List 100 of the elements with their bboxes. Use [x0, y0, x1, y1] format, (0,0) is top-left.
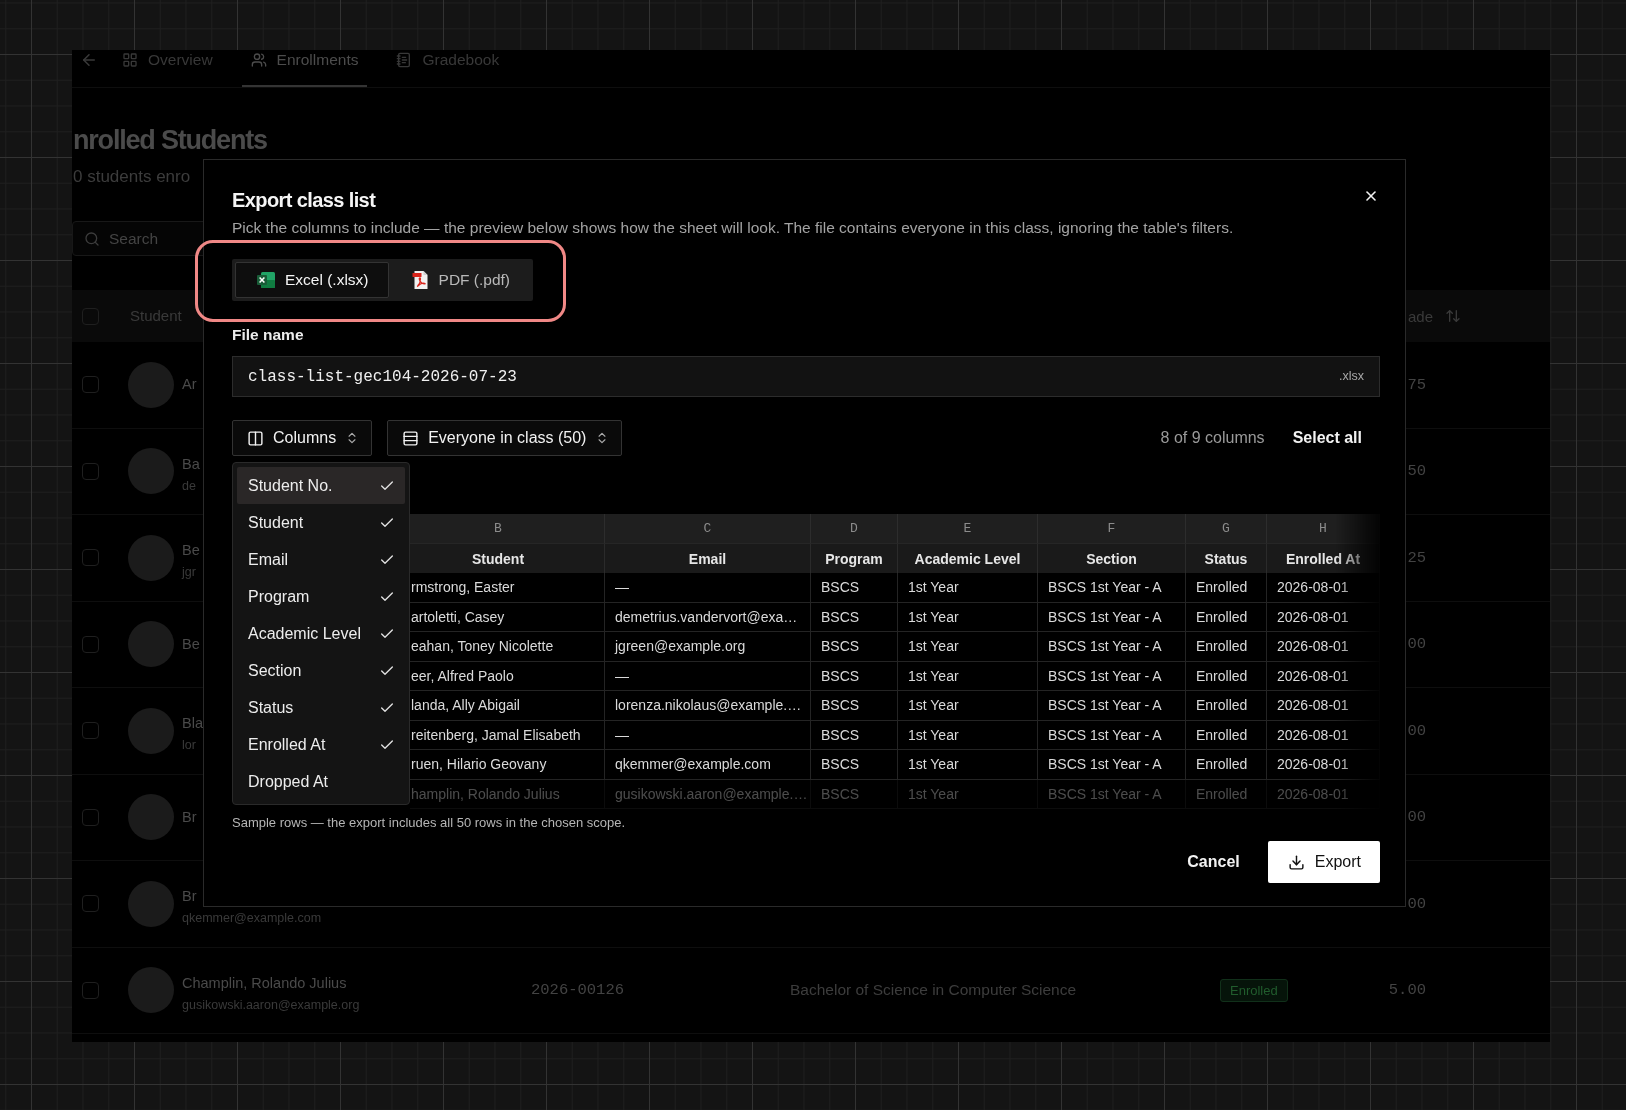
column-header: Enrolled At — [1267, 543, 1380, 573]
student-number: 2026-00126 — [531, 981, 624, 1000]
menu-item[interactable]: Program — [237, 578, 405, 615]
menu-item[interactable]: Section — [237, 652, 405, 689]
grid-icon — [122, 52, 138, 68]
student-name: Br — [182, 807, 197, 827]
table-cell: BSCS — [811, 573, 898, 603]
column-header: Section — [1038, 543, 1186, 573]
menu-item[interactable]: Email — [237, 541, 405, 578]
student-email: lor — [182, 737, 197, 754]
column-letter: E — [898, 514, 1038, 543]
student-email: gusikowski.aaron@example.org — [182, 996, 360, 1013]
table-cell: ruen, Hilario Geovany — [410, 750, 605, 780]
search-icon — [84, 231, 100, 247]
status-badge: Enrolled — [1220, 978, 1288, 1002]
avatar-placeholder — [128, 534, 174, 581]
column-header: Student — [410, 543, 605, 573]
menu-item[interactable]: Student No. — [237, 467, 405, 504]
table-cell: BSCS — [811, 602, 898, 632]
grade-value: 00 — [1407, 721, 1426, 740]
table-cell: BSCS — [811, 691, 898, 721]
grade-value: 5.00 — [1388, 981, 1426, 1000]
notebook-icon — [396, 52, 413, 68]
table-cell: Enrolled — [1186, 720, 1267, 750]
column-letter: C — [605, 514, 811, 543]
column-header: Status — [1186, 543, 1267, 573]
checkbox[interactable] — [82, 635, 99, 653]
pdf-file-icon — [410, 271, 429, 289]
table-cell: BSCS 1st Year - A — [1038, 779, 1186, 809]
grade-value: 00 — [1407, 635, 1426, 654]
avatar-placeholder — [128, 880, 174, 927]
grade-value: 50 — [1407, 462, 1426, 481]
table-cell: eahan, Toney Nicolette — [410, 632, 605, 662]
column-header: Email — [605, 543, 811, 573]
table-cell: 1st Year — [898, 602, 1038, 632]
student-email: de — [182, 477, 197, 494]
student-name: Ba — [182, 454, 200, 474]
grade-value: 75 — [1407, 375, 1426, 394]
table-cell: rmstrong, Easter — [410, 573, 605, 603]
cancel-button[interactable]: Cancel — [1187, 853, 1240, 871]
checkbox[interactable] — [82, 895, 99, 913]
column-header: Academic Level — [898, 543, 1038, 573]
format-option[interactable]: Excel (.xlsx) — [235, 262, 389, 298]
checkbox[interactable] — [82, 549, 99, 567]
menu-item[interactable]: Enrolled At — [237, 726, 405, 763]
table-cell: BSCS 1st Year - A — [1038, 691, 1186, 721]
table-cell: BSCS 1st Year - A — [1038, 750, 1186, 780]
student-name: Champlin, Rolando Julius — [182, 973, 348, 993]
menu-item[interactable]: Student — [237, 504, 405, 541]
select-all-button[interactable]: Select all — [1292, 429, 1362, 447]
sort-icon[interactable] — [1445, 308, 1462, 324]
checkbox[interactable] — [82, 722, 99, 740]
table-cell: gusikowski.aaron@example.… — [605, 779, 811, 809]
grade-value: 00 — [1407, 894, 1426, 913]
avatar-placeholder — [128, 448, 174, 495]
users-icon — [250, 52, 267, 68]
table-cell: 1st Year — [898, 632, 1038, 662]
table-cell: BSCS — [811, 632, 898, 662]
student-name: Be — [182, 634, 200, 654]
rows-icon — [402, 429, 420, 447]
table-cell: artoletti, Casey — [410, 602, 605, 632]
close-icon[interactable] — [1363, 188, 1379, 204]
menu-item[interactable]: Status — [237, 689, 405, 726]
column-letter: F — [1038, 514, 1186, 543]
field-label: File name — [232, 325, 304, 345]
checkbox[interactable] — [82, 376, 99, 394]
table-cell: BSCS — [811, 661, 898, 691]
format-option[interactable]: PDF (.pdf) — [388, 262, 531, 298]
student-name: Be — [182, 541, 200, 561]
table-cell: Enrolled — [1186, 661, 1267, 691]
column-header: Program — [811, 543, 898, 573]
table-cell: BSCS — [811, 779, 898, 809]
column-count: 8 of 9 columns — [1160, 429, 1265, 447]
table-cell: demetrius.vandervort@exa… — [605, 602, 811, 632]
column-letter: G — [1186, 514, 1267, 543]
spreadsheet-icon — [257, 271, 275, 289]
table-cell: BSCS 1st Year - A — [1038, 632, 1186, 662]
column-letter: B — [410, 514, 605, 543]
column-letter: D — [811, 514, 898, 543]
menu-item[interactable]: Academic Level — [237, 615, 405, 652]
table-cell: 1st Year — [898, 720, 1038, 750]
checkbox[interactable] — [82, 462, 99, 480]
table-cell: 1st Year — [898, 573, 1038, 603]
column-letter: H — [1267, 514, 1380, 543]
avatar-placeholder — [128, 621, 174, 668]
table-cell: 1st Year — [898, 661, 1038, 691]
table-cell: hamplin, Rolando Julius — [410, 779, 605, 809]
checkbox[interactable] — [82, 808, 99, 826]
table-cell: — — [605, 720, 811, 750]
columns-dropdown-button[interactable]: Columns — [232, 420, 373, 456]
table-cell: lorenza.nikolaus@example.… — [605, 691, 811, 721]
table-cell: jgreen@example.org — [605, 632, 811, 662]
menu-item[interactable]: Dropped At — [237, 763, 405, 800]
scope-dropdown-button[interactable]: Everyone in class (50) — [387, 420, 623, 456]
table-cell: BSCS 1st Year - A — [1038, 720, 1186, 750]
columns-icon — [247, 429, 264, 447]
avatar-placeholder — [128, 361, 174, 408]
checkbox[interactable] — [82, 981, 99, 999]
table-cell: eer, Alfred Paolo — [410, 661, 605, 691]
export-button[interactable]: Export — [1267, 841, 1380, 883]
